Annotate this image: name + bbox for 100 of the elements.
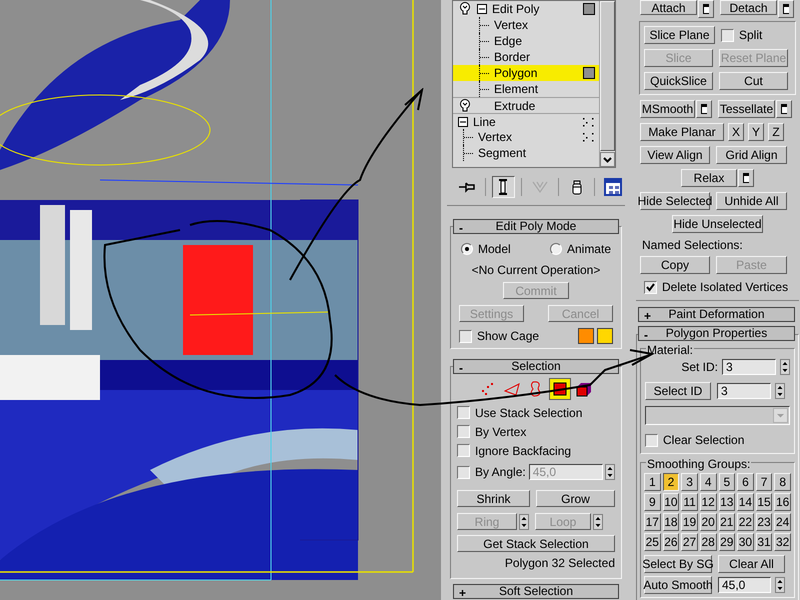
rollout-header[interactable]: - Edit Poly Mode bbox=[453, 219, 619, 234]
spinner-icon[interactable] bbox=[775, 577, 785, 593]
view-align-button[interactable]: View Align bbox=[640, 146, 710, 164]
smoothing-group-button[interactable]: 24 bbox=[774, 513, 791, 531]
sub-object-item[interactable]: Edge bbox=[453, 33, 599, 49]
shrink-button[interactable]: Shrink bbox=[457, 490, 530, 507]
axis-button[interactable]: X bbox=[728, 123, 744, 141]
smoothing-group-button[interactable]: 14 bbox=[737, 493, 754, 511]
smoothing-group-button[interactable]: 6 bbox=[737, 473, 754, 491]
settings-icon[interactable] bbox=[696, 100, 712, 118]
smoothing-group-button[interactable]: 21 bbox=[718, 513, 736, 531]
smoothing-group-button[interactable]: 31 bbox=[756, 533, 772, 551]
spinner-icon[interactable] bbox=[593, 514, 603, 530]
tessellate-button[interactable]: Tessellate bbox=[718, 100, 775, 118]
smoothing-group-button[interactable]: 29 bbox=[718, 533, 736, 551]
grow-button[interactable]: Grow bbox=[536, 490, 615, 507]
clear-all-button[interactable]: Clear All bbox=[718, 555, 785, 573]
settings-icon[interactable] bbox=[776, 100, 792, 118]
axis-button[interactable]: Y bbox=[748, 123, 764, 141]
smoothing-group-button[interactable]: 30 bbox=[737, 533, 754, 551]
hide-selected-button[interactable]: Hide Selected bbox=[640, 192, 710, 210]
rollout-header[interactable]: - Selection bbox=[453, 359, 619, 374]
smoothing-group-button[interactable]: 8 bbox=[774, 473, 791, 491]
msmooth-button[interactable]: MSmooth bbox=[640, 100, 695, 118]
auto-smooth-button[interactable]: Auto Smooth bbox=[644, 576, 712, 594]
settings-icon[interactable] bbox=[778, 0, 794, 18]
smoothing-group-button[interactable]: 20 bbox=[700, 513, 716, 531]
object-name[interactable]: Line bbox=[473, 112, 496, 130]
sub-object-item[interactable]: Element bbox=[453, 81, 599, 97]
sub-object-item[interactable]: Vertex bbox=[453, 17, 599, 33]
radio-button[interactable] bbox=[461, 243, 473, 255]
sub-object-item[interactable]: Polygon bbox=[453, 65, 599, 81]
hide-unselected-button[interactable]: Hide Unselected bbox=[672, 215, 763, 233]
lightbulb-icon[interactable] bbox=[459, 2, 471, 16]
radio-button[interactable] bbox=[550, 243, 562, 255]
checkbox[interactable] bbox=[645, 434, 658, 446]
grid-window-icon[interactable] bbox=[601, 176, 625, 198]
checkbox[interactable] bbox=[457, 444, 470, 457]
attach-button[interactable]: Attach bbox=[640, 0, 697, 15]
smoothing-group-button[interactable]: 19 bbox=[681, 513, 698, 531]
slice-plane-button[interactable]: Slice Plane bbox=[644, 26, 715, 44]
smoothing-group-button[interactable]: 15 bbox=[756, 493, 772, 511]
smoothing-group-button[interactable]: 28 bbox=[700, 533, 716, 551]
smoothing-group-button[interactable]: 27 bbox=[681, 533, 698, 551]
smoothing-group-button[interactable]: 26 bbox=[662, 533, 680, 551]
checkbox[interactable] bbox=[457, 406, 470, 419]
collapse-icon[interactable] bbox=[477, 4, 487, 14]
copy-button[interactable]: Copy bbox=[640, 256, 710, 274]
rollout-header[interactable]: - Polygon Properties bbox=[638, 326, 795, 341]
expand-toggle[interactable]: - bbox=[459, 219, 463, 237]
smoothing-group-button[interactable]: 1 bbox=[644, 473, 661, 491]
lightbulb-icon[interactable] bbox=[459, 98, 471, 112]
spinner-icon[interactable] bbox=[775, 383, 785, 399]
relax-button[interactable]: Relax bbox=[681, 169, 737, 187]
quickslice-button[interactable]: QuickSlice bbox=[644, 72, 713, 90]
smoothing-group-button[interactable]: 22 bbox=[737, 513, 754, 531]
expand-toggle[interactable]: - bbox=[644, 326, 648, 344]
expand-toggle[interactable]: - bbox=[459, 359, 463, 377]
smoothing-group-button[interactable]: 11 bbox=[681, 493, 698, 511]
number-field[interactable]: 3 bbox=[717, 383, 771, 399]
select-by-sg-button[interactable]: Select By SG bbox=[644, 555, 712, 573]
smoothing-group-button[interactable]: 2 bbox=[662, 473, 680, 491]
smoothing-group-button[interactable]: 17 bbox=[644, 513, 661, 531]
smoothing-group-button[interactable]: 13 bbox=[718, 493, 736, 511]
checkbox[interactable] bbox=[459, 330, 472, 342]
smoothing-group-button[interactable]: 23 bbox=[756, 513, 772, 531]
select-id-button[interactable]: Select ID bbox=[645, 382, 711, 400]
rollout-header[interactable]: + Paint Deformation bbox=[638, 307, 795, 322]
square-icon[interactable] bbox=[549, 378, 571, 400]
smoothing-group-button[interactable]: 18 bbox=[662, 513, 680, 531]
modifier-stack-list[interactable]: Edit Poly Vertex Edge Border Polygon Element Extrude Line Vertex Segment bbox=[452, 0, 616, 168]
smoothing-group-button[interactable]: 4 bbox=[700, 473, 716, 491]
smoothing-group-button[interactable]: 12 bbox=[700, 493, 716, 511]
smoothing-group-button[interactable]: 25 bbox=[644, 533, 661, 551]
modifier-name[interactable]: Extrude bbox=[494, 96, 536, 114]
number-field[interactable]: 45,0 bbox=[718, 577, 771, 593]
cut-button[interactable]: Cut bbox=[719, 72, 788, 90]
smoothing-group-button[interactable]: 32 bbox=[774, 533, 791, 551]
settings-icon[interactable] bbox=[738, 169, 754, 187]
sub-object-item[interactable]: Segment bbox=[453, 145, 599, 161]
scrollbar[interactable] bbox=[599, 1, 615, 167]
smoothing-group-button[interactable]: 9 bbox=[644, 493, 661, 511]
detach-button[interactable]: Detach bbox=[720, 0, 777, 15]
make-planar-button[interactable]: Make Planar bbox=[640, 123, 724, 141]
spinner-icon[interactable] bbox=[519, 514, 529, 530]
modifier-name[interactable]: Edit Poly bbox=[492, 1, 540, 18]
expand-toggle[interactable]: + bbox=[644, 307, 652, 325]
settings-icon[interactable] bbox=[698, 0, 714, 18]
smoothing-group-button[interactable]: 16 bbox=[774, 493, 791, 511]
checkbox[interactable] bbox=[721, 28, 734, 42]
color-swatch[interactable] bbox=[578, 328, 594, 344]
expand-toggle[interactable]: + bbox=[459, 584, 466, 600]
scrollbar-thumb[interactable] bbox=[600, 1, 615, 151]
i-beam-icon[interactable] bbox=[492, 176, 516, 198]
checkbox[interactable] bbox=[457, 466, 470, 478]
smoothing-group-button[interactable]: 5 bbox=[718, 473, 736, 491]
spinner-icon[interactable] bbox=[780, 359, 790, 375]
collapse-icon[interactable] bbox=[458, 116, 468, 126]
spinner-icon[interactable] bbox=[605, 464, 615, 480]
unhide-all-button[interactable]: Unhide All bbox=[716, 192, 787, 210]
